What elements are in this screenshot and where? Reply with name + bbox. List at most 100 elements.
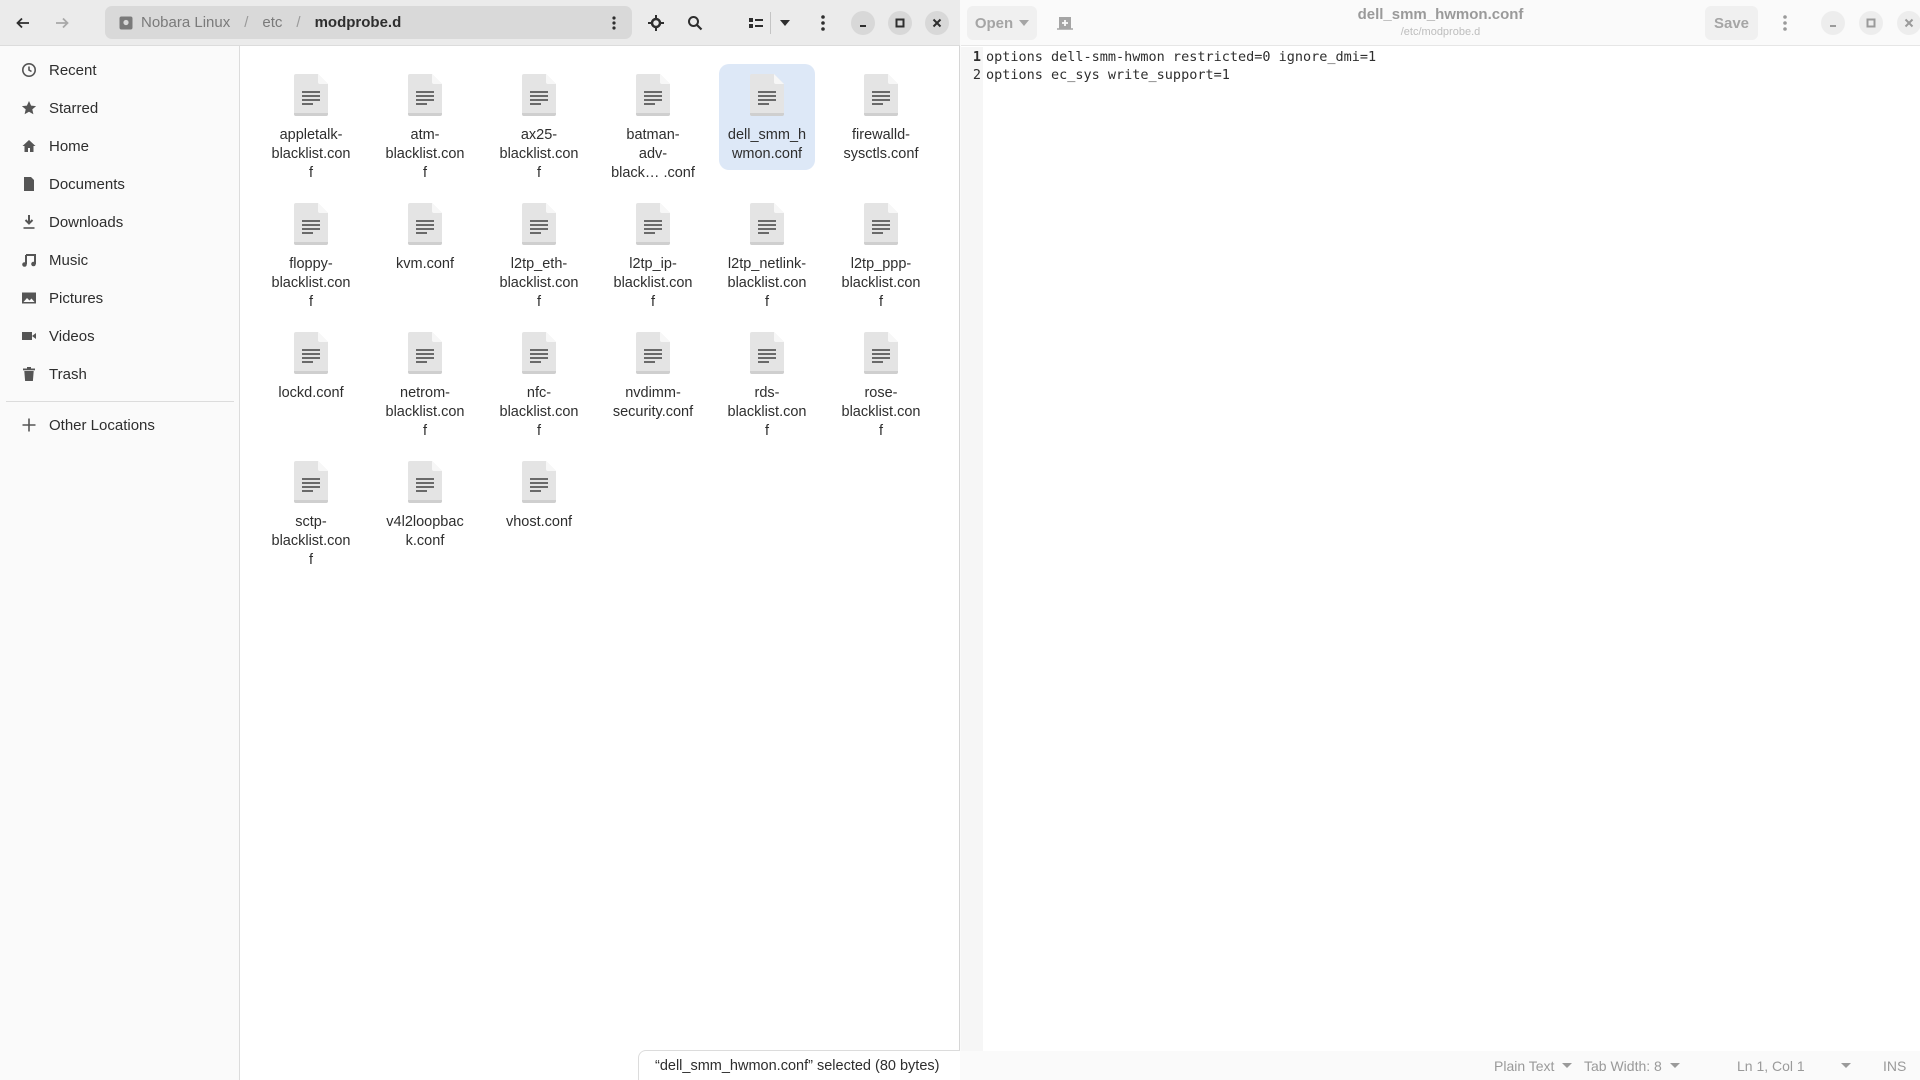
view-options-dropdown[interactable] xyxy=(771,6,799,40)
kebab-menu-icon xyxy=(612,15,616,30)
file-item[interactable]: batman-adv-black… .conf xyxy=(605,64,701,189)
chevron-down-icon xyxy=(1019,20,1030,26)
sidebar-item-downloads[interactable]: Downloads xyxy=(0,203,239,241)
breadcrumb-etc[interactable]: etc xyxy=(262,14,282,31)
file-item[interactable]: dell_smm_h wmon.conf xyxy=(719,64,815,170)
sidebar-item-trash[interactable]: Trash xyxy=(0,355,239,393)
close-icon xyxy=(932,18,942,28)
file-item[interactable]: appletalk-blacklist.con f xyxy=(263,64,359,189)
text-file-icon xyxy=(750,203,784,245)
file-item[interactable]: firewalld-sysctls.conf xyxy=(833,64,929,170)
line-number-gutter xyxy=(961,47,983,1051)
maximize-button[interactable] xyxy=(888,11,912,35)
file-name: appletalk-blacklist.con f xyxy=(271,127,351,181)
file-item[interactable]: v4l2loopbac k.conf xyxy=(377,451,473,557)
cursor-position-dropdown[interactable] xyxy=(1841,1051,1851,1080)
file-name: dell_smm_h wmon.conf xyxy=(727,127,807,162)
file-item[interactable]: floppy-blacklist.con f xyxy=(263,193,359,318)
selection-status: “dell_smm_hwmon.conf” selected (80 bytes… xyxy=(638,1050,960,1080)
clock-icon xyxy=(21,62,37,78)
sidebar-item-videos[interactable]: Videos xyxy=(0,317,239,355)
file-item[interactable]: l2tp_ip-blacklist.con f xyxy=(605,193,701,318)
file-name: netrom-blacklist.con f xyxy=(385,385,465,439)
sidebar-divider xyxy=(6,401,234,402)
file-item[interactable]: kvm.conf xyxy=(377,193,473,280)
sidebar-item-label: Videos xyxy=(49,327,95,345)
breadcrumb-current[interactable]: modprobe.d xyxy=(315,14,402,31)
file-name: rose-blacklist.con f xyxy=(841,385,921,439)
view-mode-button[interactable] xyxy=(742,6,770,40)
file-item[interactable]: netrom-blacklist.con f xyxy=(377,322,473,447)
file-name: firewalld-sysctls.conf xyxy=(843,127,919,162)
sidebar-item-music[interactable]: Music xyxy=(0,241,239,279)
editor-menu-button[interactable] xyxy=(1773,6,1797,40)
file-item[interactable]: ax25- blacklist.con f xyxy=(491,64,587,189)
sidebar-item-label: Starred xyxy=(49,99,99,117)
editor-line[interactable]: 2 options ec_sys write_support=1 xyxy=(961,66,1230,84)
new-document-button[interactable] xyxy=(1048,6,1082,40)
close-button[interactable] xyxy=(925,11,949,35)
save-button[interactable]: Save xyxy=(1705,6,1758,40)
file-name: rds-blacklist.con f xyxy=(727,385,807,439)
locate-button[interactable] xyxy=(639,6,673,40)
file-item[interactable]: l2tp_netlink-blacklist.con f xyxy=(719,193,815,318)
editor-minimize-button[interactable] xyxy=(1821,11,1845,35)
minimize-button[interactable] xyxy=(851,11,875,35)
sidebar-item-label: Downloads xyxy=(49,213,124,231)
breadcrumb-root[interactable]: Nobara Linux xyxy=(141,14,230,31)
editor-headerbar: Open dell_smm_hwmon.conf /etc/modprobe.d… xyxy=(961,0,1920,46)
file-item[interactable]: vhost.conf xyxy=(491,451,587,538)
plus-icon xyxy=(21,417,37,433)
search-icon xyxy=(688,16,703,31)
open-button[interactable]: Open xyxy=(967,6,1037,40)
line-number: 1 xyxy=(972,49,981,65)
text-file-icon xyxy=(408,74,442,116)
file-name: batman-adv-black… .conf xyxy=(611,127,695,181)
text-file-icon xyxy=(636,203,670,245)
file-item[interactable]: rds-blacklist.con f xyxy=(719,322,815,447)
editor-close-button[interactable] xyxy=(1897,11,1920,35)
sidebar-item-label: Pictures xyxy=(49,289,104,307)
back-button[interactable] xyxy=(6,6,40,40)
music-icon xyxy=(21,252,37,268)
document-icon xyxy=(21,176,37,192)
sidebar-item-recent[interactable]: Recent xyxy=(0,51,239,89)
file-item[interactable]: nvdimm-security.conf xyxy=(605,322,701,428)
insert-mode-indicator[interactable]: INS xyxy=(1883,1051,1906,1080)
files-window: Nobara Linux / etc / modprobe.d Recent S… xyxy=(0,0,960,1080)
sidebar-item-starred[interactable]: Starred xyxy=(0,89,239,127)
text-file-icon xyxy=(294,461,328,503)
kebab-menu-icon xyxy=(821,15,825,31)
cursor-position[interactable]: Ln 1, Col 1 xyxy=(1737,1051,1805,1080)
sidebar-item-documents[interactable]: Documents xyxy=(0,165,239,203)
sidebar-item-pictures[interactable]: Pictures xyxy=(0,279,239,317)
line-text[interactable]: options dell-smm-hwmon restricted=0 igno… xyxy=(983,49,1376,65)
sidebar-item-label: Recent xyxy=(49,61,97,79)
file-item[interactable]: l2tp_ppp-blacklist.con f xyxy=(833,193,929,318)
sidebar-item-home[interactable]: Home xyxy=(0,127,239,165)
kebab-menu-icon xyxy=(1783,15,1787,31)
line-text[interactable]: options ec_sys write_support=1 xyxy=(983,67,1230,83)
home-icon xyxy=(21,138,37,154)
text-file-icon xyxy=(408,332,442,374)
search-button[interactable] xyxy=(678,6,712,40)
tab-width-selector[interactable]: Tab Width: 8 xyxy=(1584,1051,1680,1080)
file-item[interactable]: l2tp_eth-blacklist.con f xyxy=(491,193,587,318)
language-selector[interactable]: Plain Text xyxy=(1494,1051,1573,1080)
text-file-icon xyxy=(522,74,556,116)
location-bar[interactable]: Nobara Linux / etc / modprobe.d xyxy=(105,6,632,39)
file-item[interactable]: rose-blacklist.con f xyxy=(833,322,929,447)
file-item[interactable]: sctp-blacklist.con f xyxy=(263,451,359,576)
file-item[interactable]: lockd.conf xyxy=(263,322,359,409)
forward-button[interactable] xyxy=(45,6,79,40)
sidebar-item-other-locations[interactable]: Other Locations xyxy=(0,406,239,444)
maximize-icon xyxy=(1866,18,1876,28)
text-editor-area[interactable]: 1 options dell-smm-hwmon restricted=0 ig… xyxy=(961,47,1920,1051)
editor-line[interactable]: 1 options dell-smm-hwmon restricted=0 ig… xyxy=(961,48,1376,66)
file-item[interactable]: nfc-blacklist.con f xyxy=(491,322,587,447)
location-menu-button[interactable] xyxy=(602,6,626,39)
editor-maximize-button[interactable] xyxy=(1859,11,1883,35)
main-menu-button[interactable] xyxy=(806,6,840,40)
text-file-icon xyxy=(864,74,898,116)
file-item[interactable]: atm-blacklist.con f xyxy=(377,64,473,189)
